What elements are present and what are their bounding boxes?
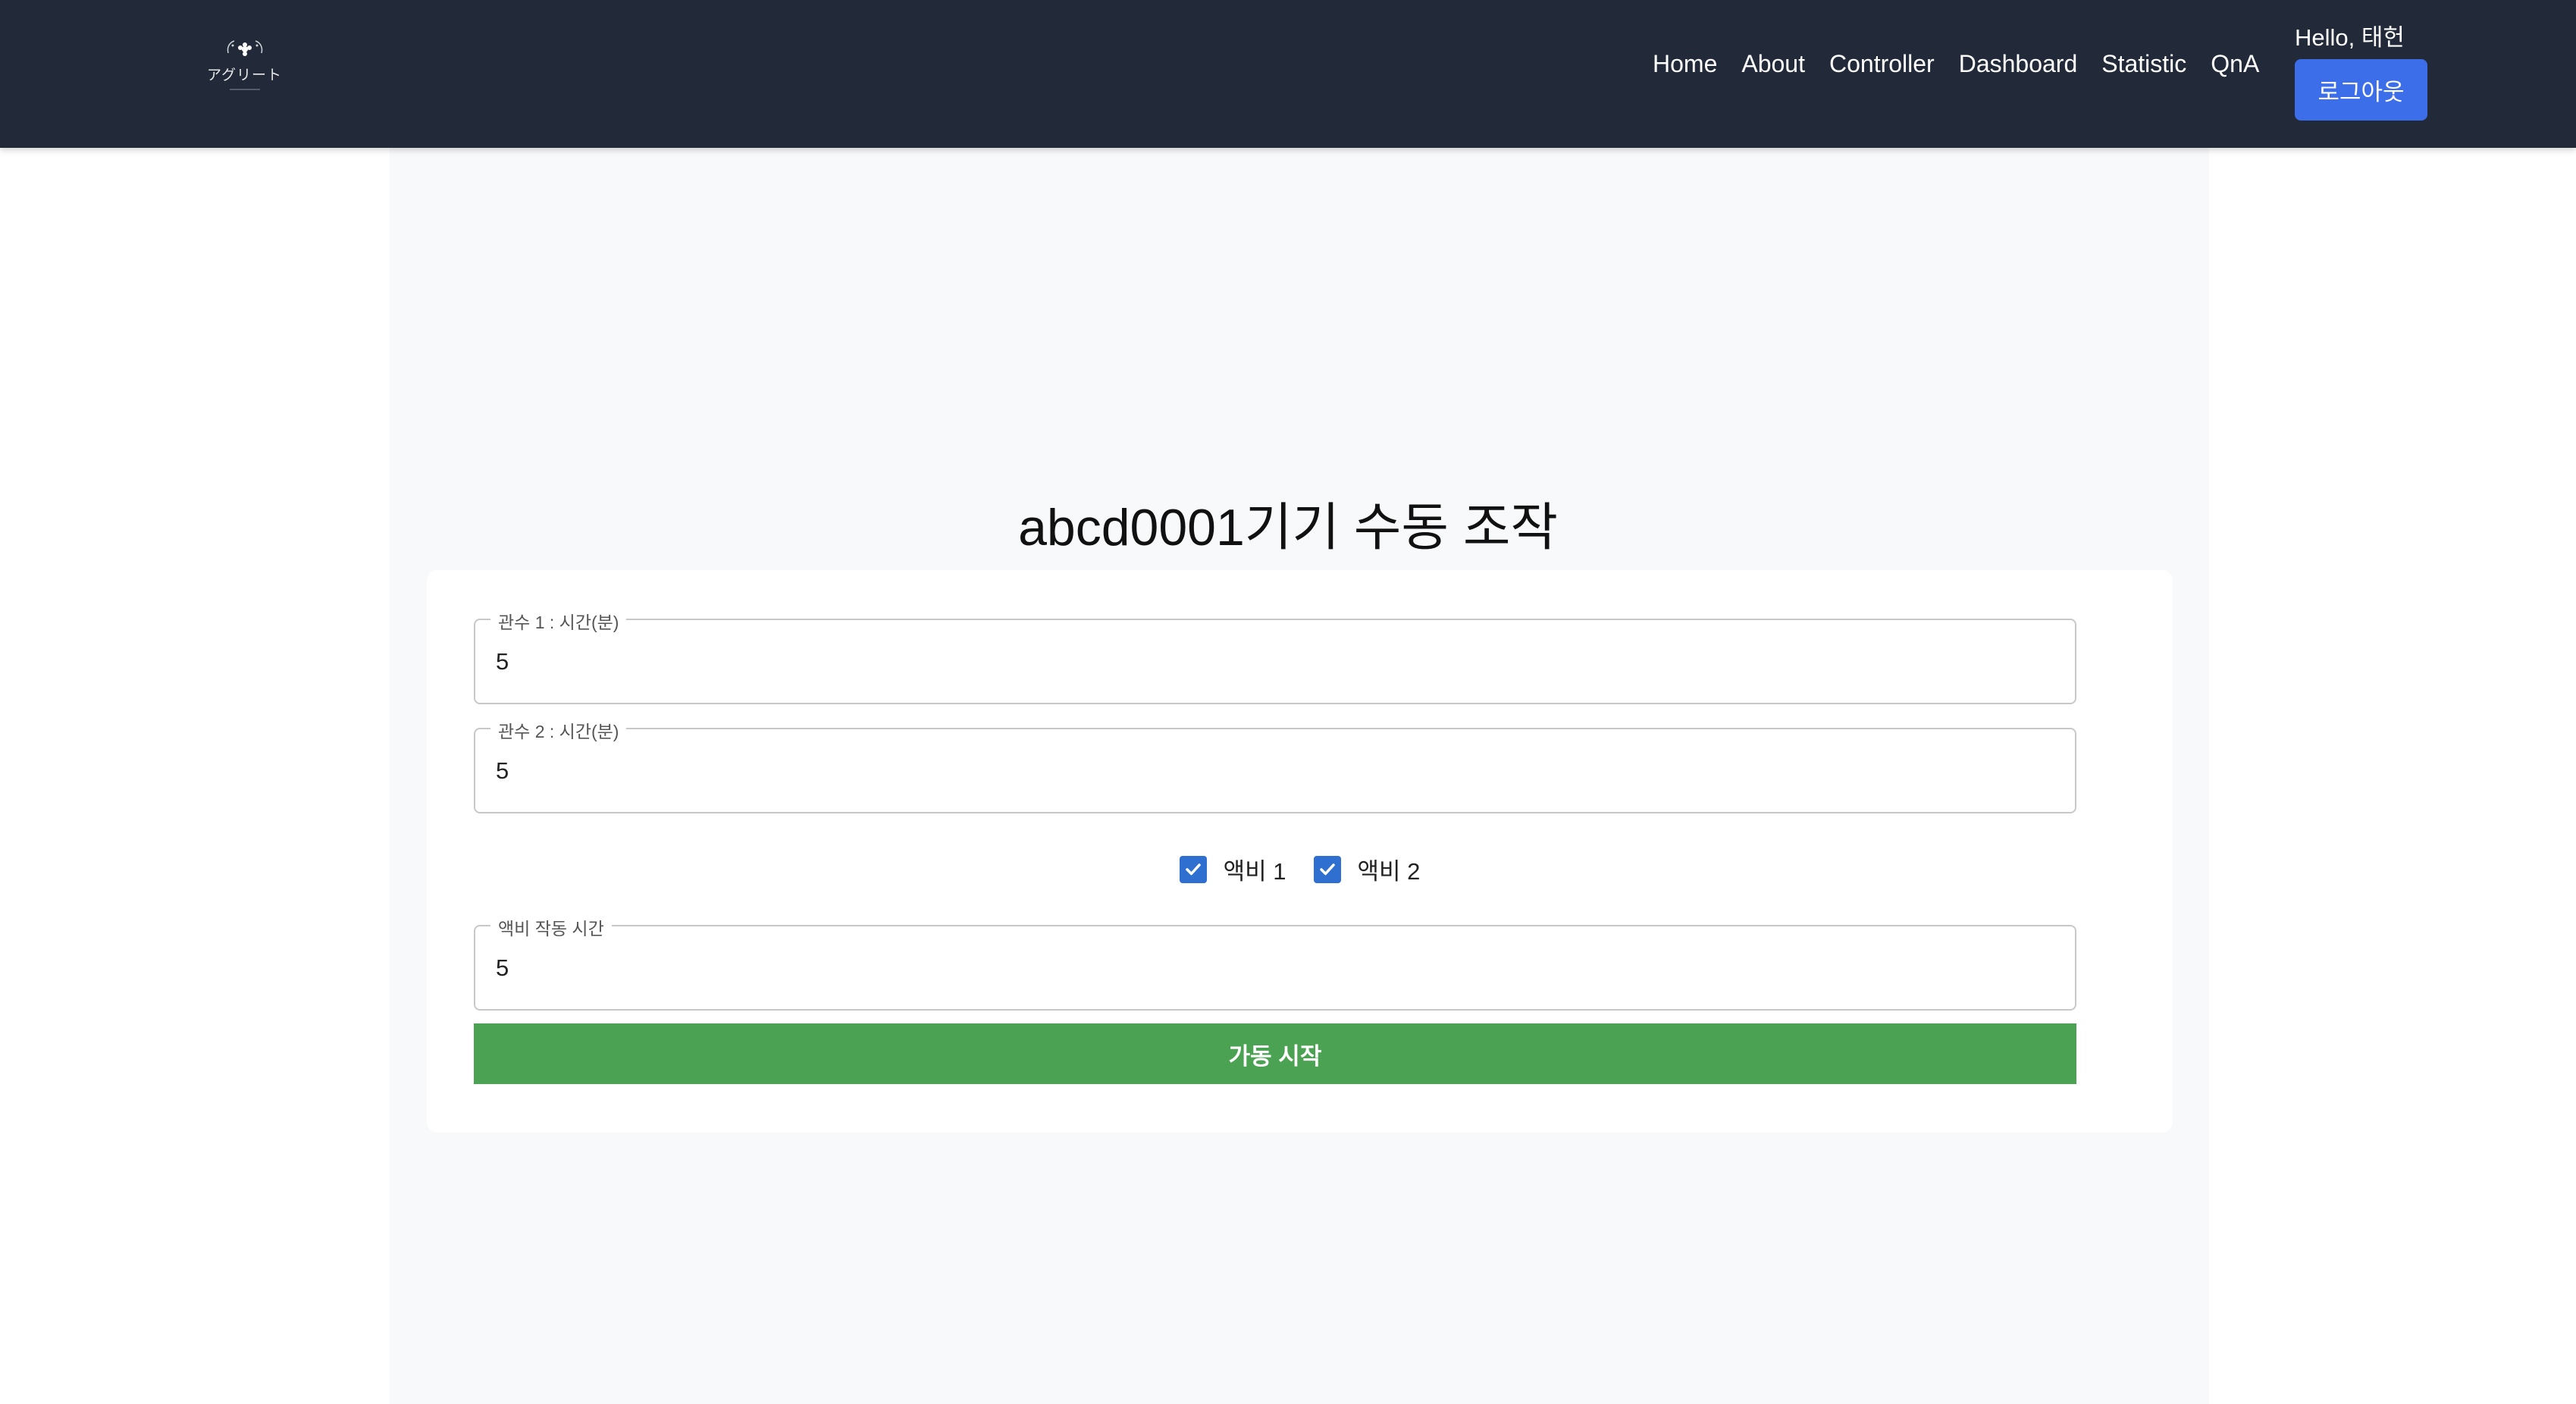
irrigation1-input[interactable] [475,620,2075,703]
brand-logo[interactable]: アグリート [205,36,284,97]
fertilizer2-checkbox[interactable]: 액비 2 [1313,852,1421,886]
irrigation2-field: 관수 2 : 시간(분) [474,717,2076,813]
page-title: abcd0001기기 수동 조작 [1018,499,1558,556]
logo-underline [229,89,260,90]
irrigation1-field: 관수 1 : 시간(분) [474,608,2076,704]
nav-qna[interactable]: QnA [2211,50,2259,78]
nav-dashboard[interactable]: Dashboard [1959,50,2078,78]
top-navbar: アグリート Home About Controller Dashboard St… [0,0,2576,148]
logo-text: アグリート [206,67,283,83]
nav-statistic[interactable]: Statistic [2101,50,2186,78]
fertilizer2-label: 액비 2 [1357,858,1421,885]
fertilizer1-label: 액비 1 [1223,858,1286,885]
fertilizer1-checkbox[interactable]: 액비 1 [1179,852,1286,886]
main-nav: Home About Controller Dashboard Statisti… [1653,50,2259,78]
logo-flower-icon [227,40,262,56]
checkbox-checked-icon[interactable] [1179,855,1207,883]
user-box: Hello, 태헌 로그아웃 [2295,18,2427,121]
user-greeting: Hello, 태헌 [2295,24,2405,51]
nav-about[interactable]: About [1741,50,1805,78]
fertilizer-time-input[interactable] [475,926,2075,1009]
irrigation2-input[interactable] [475,729,2075,812]
nav-home[interactable]: Home [1653,50,1717,78]
control-card: 관수 1 : 시간(분) 관수 2 : 시간(분) 액비 1 액비 2 액비 작… [427,570,2173,1133]
start-operation-button[interactable]: 가동 시작 [474,1023,2076,1084]
fertilizer-checkboxes: 액비 1 액비 2 [427,852,2173,886]
logout-button[interactable]: 로그아웃 [2295,59,2427,121]
nav-controller[interactable]: Controller [1829,50,1935,78]
checkbox-checked-icon[interactable] [1313,855,1341,883]
fertilizer-time-field: 액비 작동 시간 [474,914,2076,1011]
